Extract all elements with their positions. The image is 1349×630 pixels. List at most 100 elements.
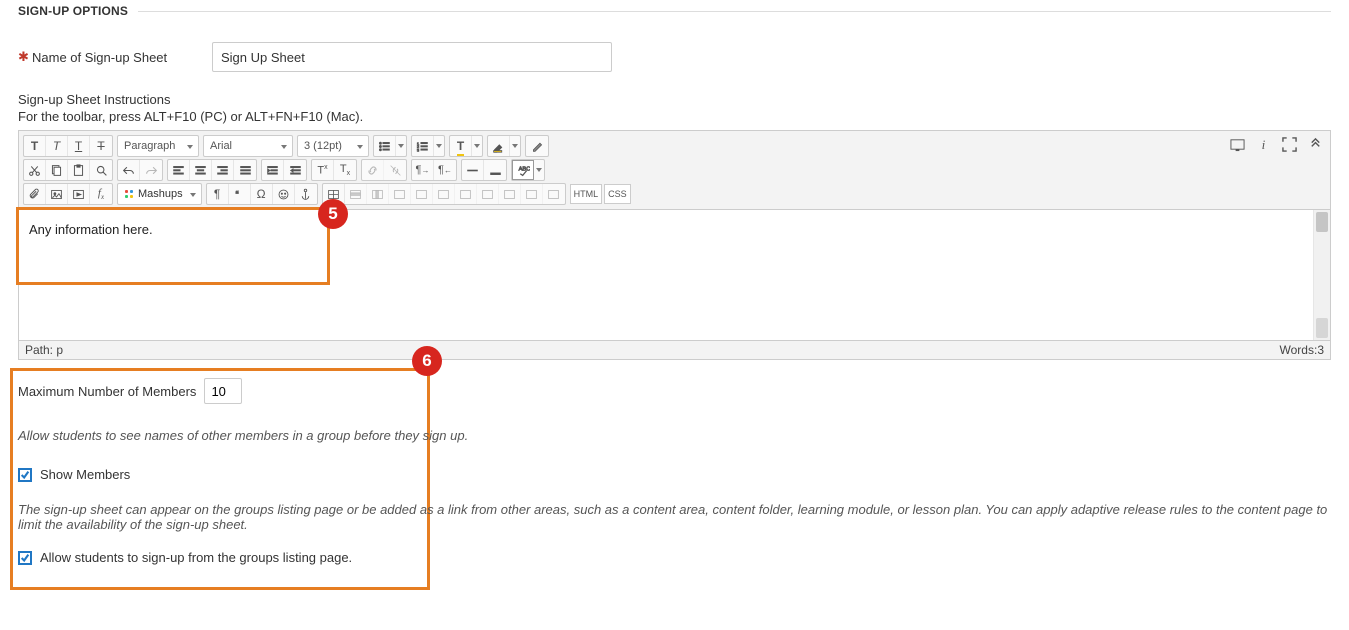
table-insert-row-after[interactable] [411,184,433,204]
editor-text: Any information here. [29,222,153,237]
name-field-row: ✱ Name of Sign-up Sheet [18,42,1331,72]
bold-button[interactable]: T [24,136,46,156]
table-merge[interactable] [521,184,543,204]
allow-signup-label: Allow students to sign-up from the group… [40,550,352,565]
superscript-button[interactable]: Tx [312,160,334,180]
strike-button[interactable]: T [90,136,112,156]
required-star-icon: ✱ [18,49,32,65]
quote-button[interactable]: “ [229,184,251,204]
table-row-button[interactable] [345,184,367,204]
toolbar-right-tools: i [1228,135,1324,153]
symbol-button[interactable]: Ω [251,184,273,204]
table-insert-col-before[interactable] [455,184,477,204]
clear-format-button[interactable] [526,136,548,156]
number-list-button[interactable]: 123 [412,136,434,156]
redo-button[interactable] [140,160,162,180]
hr-button[interactable] [462,160,484,180]
path-display: Path: p [25,343,63,357]
svg-text:“: “ [235,189,238,200]
highlight-button[interactable] [488,136,510,156]
vertical-scrollbar[interactable] [1313,210,1330,340]
undo-button[interactable] [118,160,140,180]
instructions-label: Sign-up Sheet Instructions [18,92,1331,107]
cut-button[interactable] [24,160,46,180]
size-select[interactable]: 3 (12pt) [297,135,369,157]
info-icon[interactable]: i [1254,135,1272,153]
table-insert-col-after[interactable] [477,184,499,204]
max-members-label: Maximum Number of Members [18,384,196,399]
show-members-row: Show Members [18,467,1331,482]
rich-text-editor: i T T T T Paragraph Arial 3 (12pt) 123 [18,130,1331,360]
spellcheck-dropdown[interactable] [534,160,544,180]
divider [138,11,1331,12]
marker-5: 5 [318,199,348,229]
text-color-button[interactable]: T [450,136,472,156]
highlight-5 [16,207,330,285]
paste-button[interactable] [68,160,90,180]
mashups-button[interactable]: Mashups [117,183,202,205]
attach-button[interactable] [24,184,46,204]
bullet-list-dropdown[interactable] [396,136,406,156]
word-count: Words:3 [1280,343,1324,357]
toolbar-row-2: Tx Tx ¶→ ¶← ABC [23,159,1326,181]
media-button[interactable] [68,184,90,204]
section-title: SIGN-UP OPTIONS [18,4,138,18]
unlink-button[interactable] [384,160,406,180]
underline-button[interactable]: T [68,136,90,156]
link-button[interactable] [362,160,384,180]
show-members-checkbox[interactable] [18,468,32,482]
align-right-button[interactable] [212,160,234,180]
allow-signup-row: Allow students to sign-up from the group… [18,550,1331,565]
spellcheck-button[interactable]: ABC [512,160,534,180]
name-field-label: Name of Sign-up Sheet [32,50,212,65]
pilcrow-button[interactable]: ¶ [207,184,229,204]
mashups-icon [124,189,134,199]
align-center-button[interactable] [190,160,212,180]
ltr-button[interactable]: ¶→ [412,160,434,180]
show-members-description: Allow students to see names of other mem… [18,428,1331,443]
toolbar-hint: For the toolbar, press ALT+F10 (PC) or A… [18,109,1331,124]
italic-button[interactable]: T [46,136,68,156]
table-delete-col[interactable] [499,184,521,204]
editor-content[interactable]: Any information here. [19,210,1313,340]
math-button[interactable]: fx [90,184,112,204]
svg-text:ABC: ABC [518,166,529,172]
align-justify-button[interactable] [234,160,256,180]
members-section: 6 Maximum Number of Members Allow studen… [18,360,1331,565]
highlight-dropdown[interactable] [510,136,520,156]
paragraph-select[interactable]: Paragraph [117,135,199,157]
allow-signup-checkbox[interactable] [18,551,32,565]
html-button[interactable]: HTML [570,184,603,204]
text-color-dropdown[interactable] [472,136,482,156]
toolbar-row-1: T T T T Paragraph Arial 3 (12pt) 123 T [23,135,1326,157]
align-left-button[interactable] [168,160,190,180]
bullet-list-button[interactable] [374,136,396,156]
table-col-button[interactable] [367,184,389,204]
number-list-dropdown[interactable] [434,136,444,156]
emoticon-button[interactable] [273,184,295,204]
editor-status-bar: Path: p Words:3 [19,340,1330,359]
fullscreen-icon[interactable] [1280,135,1298,153]
scroll-bottom [1316,318,1328,338]
find-button[interactable] [90,160,112,180]
collapse-icon[interactable] [1306,135,1324,153]
show-members-label: Show Members [40,467,130,482]
indent-button[interactable] [262,160,284,180]
anchor-button[interactable] [295,184,317,204]
name-input[interactable] [212,42,612,72]
preview-icon[interactable] [1228,135,1246,153]
max-members-input[interactable] [204,378,242,404]
outdent-button[interactable] [284,160,306,180]
copy-button[interactable] [46,160,68,180]
table-split[interactable] [543,184,565,204]
subscript-button[interactable]: Tx [334,160,356,180]
line-button[interactable] [484,160,506,180]
rtl-button[interactable]: ¶← [434,160,456,180]
css-button[interactable]: CSS [604,184,631,204]
font-select[interactable]: Arial [203,135,293,157]
editor-toolbar: i T T T T Paragraph Arial 3 (12pt) 123 [19,131,1330,210]
image-button[interactable] [46,184,68,204]
table-insert-row-before[interactable] [389,184,411,204]
table-delete-row[interactable] [433,184,455,204]
scroll-thumb[interactable] [1316,212,1328,232]
